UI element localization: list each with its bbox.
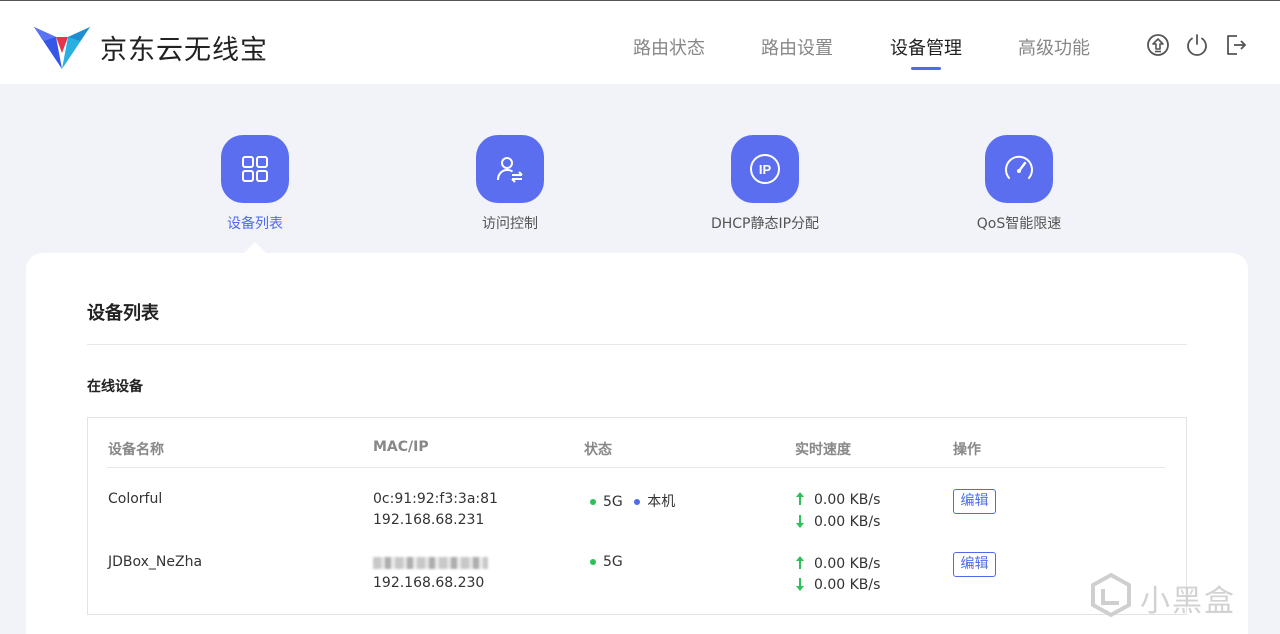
edit-button[interactable]: 编辑 [953,489,996,514]
online-devices-title: 在线设备 [87,379,143,395]
qos-limit-label[interactable]: QoS智能限速 [919,213,1119,233]
upload-arrow-icon [796,556,804,569]
svg-text:IP: IP [759,162,772,177]
device-ip: 192.168.68.230 [373,575,485,591]
device-table [87,417,1187,615]
device-name: JDBox_NeZha [108,554,203,570]
logout-icon[interactable] [1224,33,1248,57]
col-header-status: 状态 [584,442,612,458]
col-header-mac-ip: MAC/IP [373,439,429,455]
upload-speed: 0.00 KB/s [814,492,881,508]
jdcloud-logo-icon [34,27,90,69]
nav-device-management[interactable]: 设备管理 [890,34,962,60]
nav-active-indicator [911,67,941,70]
nav-router-status[interactable]: 路由状态 [633,34,705,60]
ip-icon: IP [750,154,780,184]
grid-icon [242,156,268,182]
watermark-text: 小黑盒 [1140,584,1236,619]
local-device-tag: 本机 [647,494,676,510]
speedometer-icon [1005,155,1033,179]
col-header-speed: 实时速度 [795,442,851,458]
edit-button[interactable]: 编辑 [953,552,996,577]
watermark: 小黑盒 [1088,572,1248,619]
access-control-label[interactable]: 访问控制 [410,213,610,233]
upload-speed: 0.00 KB/s [814,556,881,572]
dhcp-static-ip-label[interactable]: DHCP静态IP分配 [665,213,865,233]
download-arrow-icon [796,578,804,591]
nav-router-settings[interactable]: 路由设置 [761,34,833,60]
download-arrow-icon [796,515,804,528]
device-status: 5G [590,554,623,570]
device-list-button[interactable] [221,135,289,203]
band-status-dot [590,559,596,565]
top-bar: 京东云无线宝 路由状态 路由设置 设备管理 高级功能 [0,0,1280,84]
download-speed: 0.00 KB/s [814,514,881,530]
device-name: Colorful [108,491,163,507]
dhcp-static-ip-button[interactable]: IP [731,135,799,203]
user-transfer-icon [497,157,523,183]
card-title: 设备列表 [87,303,159,324]
access-control-button[interactable] [476,135,544,203]
brand-title: 京东云无线宝 [100,35,268,66]
band-label: 5G [603,494,623,510]
col-header-name: 设备名称 [108,442,164,458]
watermark-logo-icon [1091,572,1131,618]
power-icon[interactable] [1185,33,1209,57]
device-list-label[interactable]: 设备列表 [155,213,355,233]
device-mac: 0c:91:92:f3:3a:81 [373,491,498,507]
qos-limit-button[interactable] [985,135,1053,203]
nav-advanced[interactable]: 高级功能 [1018,34,1090,60]
col-header-action: 操作 [953,442,981,458]
device-mac-redacted [373,557,488,569]
local-device-dot [634,499,641,505]
device-status: 5G 本机 [590,491,675,511]
header-divider [107,467,1165,468]
upload-arrow-icon [796,492,804,505]
band-label: 5G [603,554,623,570]
download-speed: 0.00 KB/s [814,577,881,593]
band-status-dot [590,499,596,505]
card-pointer [243,242,267,254]
card-divider [87,344,1187,345]
upgrade-icon[interactable] [1146,33,1170,57]
device-ip: 192.168.68.231 [373,512,485,528]
